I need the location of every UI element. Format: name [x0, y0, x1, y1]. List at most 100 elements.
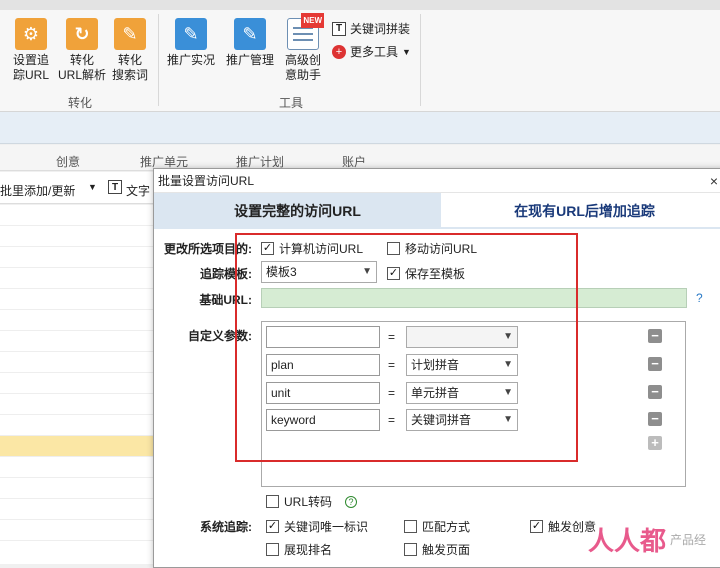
template-select[interactable]: 模板3 ▼ [261, 261, 377, 283]
rank-checkbox[interactable]: 展现排名 [266, 541, 332, 558]
label-custom-params: 自定义参数: [188, 329, 252, 343]
chevron-down-icon: ▼ [503, 331, 513, 342]
chevron-down-icon: ▼ [362, 266, 372, 277]
label-base-url: 基础URL: [199, 293, 252, 307]
batch-add-update-button[interactable]: 批里添加/更新 [0, 182, 75, 199]
button-label: 高级创 意助手 [284, 53, 321, 82]
background-rows [0, 205, 154, 564]
dialog-tabs: 设置完整的访问URL 在现有URL后增加追踪 [154, 193, 720, 229]
table-row[interactable] [0, 478, 154, 499]
keyword-id-checkbox[interactable]: ✓ 关键词唯一标识 [266, 518, 368, 535]
chevron-down-icon: ▼ [402, 46, 411, 57]
keyword-assembly-button[interactable]: T 关键词拼装 [332, 20, 410, 37]
tab-full-url[interactable]: 设置完整的访问URL [154, 193, 441, 229]
conversion-search-term-button[interactable]: ✎ 转化 搜索词 [110, 18, 150, 83]
mobile-url-checkbox[interactable]: 移动访问URL [387, 240, 477, 257]
param-name-input[interactable]: unit [266, 382, 380, 404]
watermark-subtext: 产品经 [669, 533, 706, 547]
table-row[interactable] [0, 247, 154, 268]
label-system-tracking: 系统追踪: [200, 520, 252, 534]
remove-param-button[interactable]: − [648, 412, 662, 426]
checkbox-unchecked-icon [266, 495, 279, 508]
table-row[interactable] [0, 394, 154, 415]
save-template-checkbox[interactable]: ✓ 保存至模板 [387, 265, 465, 282]
help-icon[interactable]: ? [345, 495, 358, 508]
table-row[interactable] [0, 226, 154, 247]
dialog-titlebar: 批量设置访问URL × [154, 169, 720, 193]
checkbox-unchecked-icon [266, 543, 279, 556]
table-row-selected[interactable] [0, 436, 154, 457]
new-badge: NEW [301, 13, 324, 28]
table-row[interactable] [0, 310, 154, 331]
group-label-conversion: 转化 [68, 96, 93, 110]
param-value-select[interactable]: 关键词拼音 ▼ [406, 409, 518, 431]
select-value: 模板3 [266, 265, 297, 279]
url-encode-checkbox[interactable]: URL转码 ? [266, 493, 358, 510]
column-header-creative[interactable]: 创意 [56, 153, 80, 170]
button-label: 推广管理 [225, 53, 274, 67]
param-value-select[interactable]: ▼ [406, 326, 518, 348]
watermark-text: 人人都 [587, 526, 666, 556]
remove-param-button[interactable]: − [648, 385, 662, 399]
table-row[interactable] [0, 352, 154, 373]
document-icon: NEW [287, 13, 324, 50]
label-change-items: 更改所选项目的: [164, 242, 252, 256]
tool-label: 关键词拼装 [350, 22, 411, 36]
checkbox-label: 计算机访问URL [279, 242, 364, 256]
background-toolbar: 批里添加/更新 ▼ T 文字 [0, 172, 160, 204]
table-row[interactable] [0, 331, 154, 352]
checkbox-checked-icon: ✓ [261, 242, 274, 255]
ribbon-toolbar: ⚙ 设置追 踪URL ↻ 转化 URL解析 ✎ 转化 搜索词 转化 ✎ 推广实况… [0, 0, 720, 112]
param-name-input[interactable]: keyword [266, 409, 380, 431]
table-row[interactable] [0, 268, 154, 289]
param-name-input[interactable]: plan [266, 354, 380, 376]
table-row[interactable] [0, 520, 154, 541]
param-value-select[interactable]: 单元拼音 ▼ [406, 382, 518, 404]
match-type-checkbox[interactable]: 匹配方式 [404, 518, 470, 535]
advanced-creative-assistant-button[interactable]: NEW 高级创 意助手 [282, 13, 324, 83]
remove-param-button[interactable]: − [648, 329, 662, 343]
set-tracking-url-button[interactable]: ⚙ 设置追 踪URL [10, 18, 52, 83]
text-button-label[interactable]: 文字 [126, 182, 150, 199]
add-param-button[interactable]: + [648, 436, 662, 450]
equals-sign: = [388, 413, 396, 427]
chevron-down-icon: ▼ [503, 359, 513, 370]
help-icon[interactable]: ? [696, 291, 703, 305]
button-label: 推广实况 [166, 53, 215, 67]
checkbox-unchecked-icon [387, 242, 400, 255]
edit-icon: ✎ [114, 18, 146, 50]
ribbon-top-band [0, 0, 720, 10]
checkbox-checked-icon: ✓ [266, 520, 279, 533]
table-row[interactable] [0, 289, 154, 310]
promotion-manage-button[interactable]: ✎ 推广管理 [224, 18, 276, 68]
param-value-select[interactable]: 计划拼音 ▼ [406, 354, 518, 376]
close-icon[interactable]: × [710, 169, 718, 193]
button-label: 转化 搜索词 [111, 53, 148, 82]
base-url-input[interactable] [261, 288, 687, 308]
table-row[interactable] [0, 499, 154, 520]
more-tools-button[interactable]: + 更多工具 ▼ [332, 43, 411, 60]
pc-url-checkbox[interactable]: ✓ 计算机访问URL [261, 240, 363, 257]
promotion-live-button[interactable]: ✎ 推广实况 [166, 18, 216, 68]
info-strip [0, 112, 720, 144]
checkbox-checked-icon: ✓ [387, 267, 400, 280]
table-row[interactable] [0, 415, 154, 436]
equals-sign: = [388, 386, 396, 400]
trigger-creative-checkbox[interactable]: ✓ 触发创意 [530, 518, 596, 535]
table-row[interactable] [0, 205, 154, 226]
param-name-input[interactable] [266, 326, 380, 348]
checkbox-label: 触发页面 [422, 543, 471, 557]
trigger-page-checkbox[interactable]: 触发页面 [404, 541, 470, 558]
checkbox-label: 展现排名 [284, 543, 333, 557]
tab-append-tracking[interactable]: 在现有URL后增加追踪 [441, 193, 720, 229]
table-row[interactable] [0, 373, 154, 394]
text-t-icon: T [332, 21, 346, 36]
chevron-down-icon[interactable]: ▼ [88, 182, 97, 192]
checkbox-label: 关键词唯一标识 [284, 520, 369, 534]
group-separator [158, 14, 159, 106]
conversion-url-parse-button[interactable]: ↻ 转化 URL解析 [58, 18, 106, 83]
remove-param-button[interactable]: − [648, 357, 662, 371]
tool-label: 更多工具 [350, 45, 399, 59]
checkbox-unchecked-icon [404, 520, 417, 533]
table-row[interactable] [0, 457, 154, 478]
